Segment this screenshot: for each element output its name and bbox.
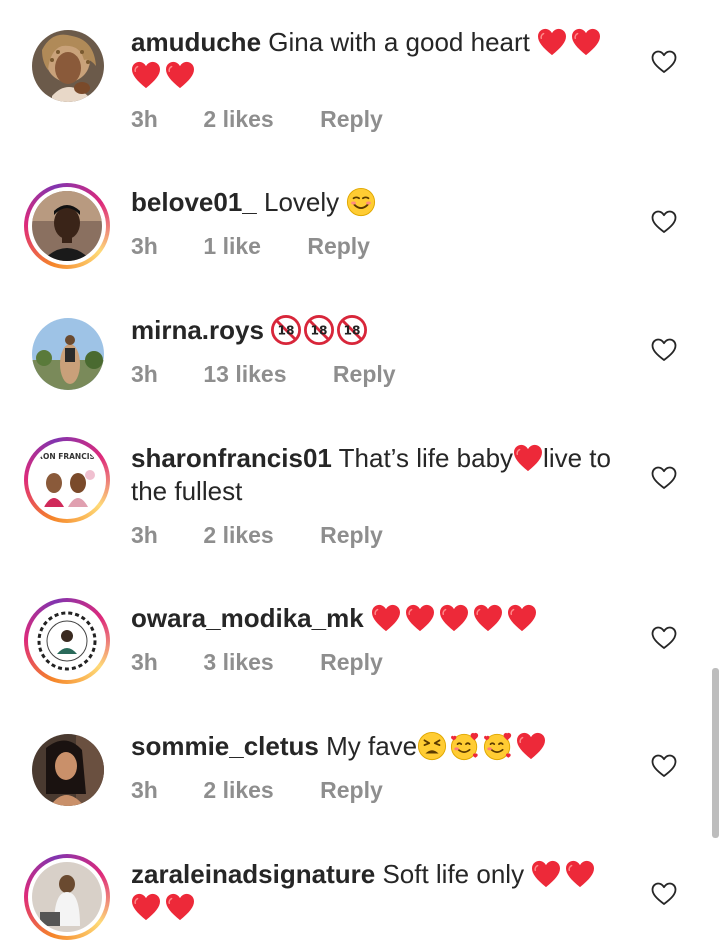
reply-button[interactable]: Reply (320, 777, 383, 804)
red-heart-icon (473, 603, 507, 633)
no-under-18-icon (304, 315, 337, 345)
avatar-story-ring[interactable] (24, 183, 110, 269)
red-heart-icon (165, 892, 199, 922)
comment-text: owara_modika_mk (131, 602, 631, 635)
red-heart-icon (537, 27, 571, 57)
comment-likes[interactable]: 2 likes (203, 777, 273, 804)
comment-likes[interactable]: 2 likes (203, 522, 273, 549)
comment-username[interactable]: sommie_cletus (131, 731, 319, 761)
red-heart-icon (131, 60, 165, 90)
red-heart-icon (371, 603, 405, 633)
avatar[interactable] (32, 318, 104, 390)
comment-text: amuduche Gina with a good heart (131, 26, 631, 92)
comment-time: 3h (131, 777, 158, 803)
comment-body: That’s life baby (338, 443, 514, 473)
red-heart-icon (571, 27, 605, 57)
tired-face-icon (417, 731, 450, 761)
comment-meta: 3h 2 likes Reply (131, 106, 383, 133)
red-heart-icon (439, 603, 473, 633)
comment-username[interactable]: sharonfrancis01 (131, 443, 332, 473)
comment-meta: 3h 2 likes Reply (131, 522, 383, 549)
avatar[interactable] (32, 734, 104, 806)
reply-button[interactable]: Reply (320, 522, 383, 549)
red-heart-icon (516, 731, 550, 761)
comment-likes[interactable]: 3 likes (203, 649, 273, 676)
red-heart-icon (405, 603, 439, 633)
comment-time: 3h (131, 649, 158, 675)
heart-outline-icon[interactable] (651, 50, 677, 74)
comment-likes[interactable]: 2 likes (203, 106, 273, 133)
comment-meta: 3h 2 likes Reply (131, 777, 383, 804)
avatar[interactable] (32, 606, 102, 676)
comment-body: Soft life only (382, 859, 525, 889)
heart-outline-icon[interactable] (651, 338, 677, 362)
comment-username[interactable]: zaraleinadsignature (131, 859, 375, 889)
comment-time: 3h (131, 361, 158, 387)
heart-outline-icon[interactable] (651, 754, 677, 778)
heart-outline-icon[interactable] (651, 466, 677, 490)
comment-body: My fave (326, 731, 418, 761)
scrollbar[interactable] (712, 668, 719, 838)
avatar[interactable]: ARON FRANCIS T (32, 445, 102, 515)
comment-meta: 3h 1 like Reply (131, 233, 370, 260)
no-under-18-icon (337, 315, 370, 345)
red-heart-icon (531, 859, 565, 889)
red-heart-icon (565, 859, 599, 889)
reply-button[interactable]: Reply (320, 649, 383, 676)
avatar[interactable] (32, 191, 102, 261)
comment-text: zaraleinadsignature Soft life only (131, 858, 631, 924)
reply-button[interactable]: Reply (333, 361, 396, 388)
comment-username[interactable]: belove01_ (131, 187, 257, 217)
heart-outline-icon[interactable] (651, 626, 677, 650)
smiling-face-with-hearts-icon (483, 731, 516, 761)
comment-username[interactable]: amuduche (131, 27, 261, 57)
comment-text: sommie_cletus My fave (131, 730, 631, 763)
avatar[interactable] (32, 30, 104, 102)
heart-outline-icon[interactable] (651, 882, 677, 906)
comment-text: sharonfrancis01 That’s life baby live to … (131, 442, 631, 508)
reply-button[interactable]: Reply (320, 106, 383, 133)
comment-likes[interactable]: 1 like (203, 233, 261, 260)
comment-text: belove01_ Lovely (131, 186, 631, 219)
comment-time: 3h (131, 522, 158, 548)
avatar[interactable] (32, 862, 102, 932)
comment-meta: 3h 3 likes Reply (131, 649, 383, 676)
comment-meta: 3h 13 likes Reply (131, 361, 396, 388)
comment-username[interactable]: mirna.roys (131, 315, 264, 345)
red-heart-icon (131, 892, 165, 922)
comment-body: Gina with a good heart (268, 27, 530, 57)
comment-text: mirna.roys (131, 314, 631, 347)
red-heart-icon (165, 60, 199, 90)
comment-body: Lovely (263, 187, 340, 217)
avatar-story-ring[interactable] (24, 854, 110, 940)
red-heart-icon (513, 443, 543, 473)
comment-likes[interactable]: 13 likes (203, 361, 286, 388)
red-heart-icon (507, 603, 541, 633)
comment-time: 3h (131, 233, 158, 259)
reply-button[interactable]: Reply (307, 233, 370, 260)
no-under-18-icon (271, 315, 304, 345)
comment-username[interactable]: owara_modika_mk (131, 603, 364, 633)
comment-time: 3h (131, 106, 158, 132)
avatar-story-ring[interactable]: ARON FRANCIS T (24, 437, 110, 523)
smiling-face-icon (346, 187, 379, 217)
heart-outline-icon[interactable] (651, 210, 677, 234)
smiling-face-with-hearts-icon (450, 731, 483, 761)
avatar-story-ring[interactable] (24, 598, 110, 684)
